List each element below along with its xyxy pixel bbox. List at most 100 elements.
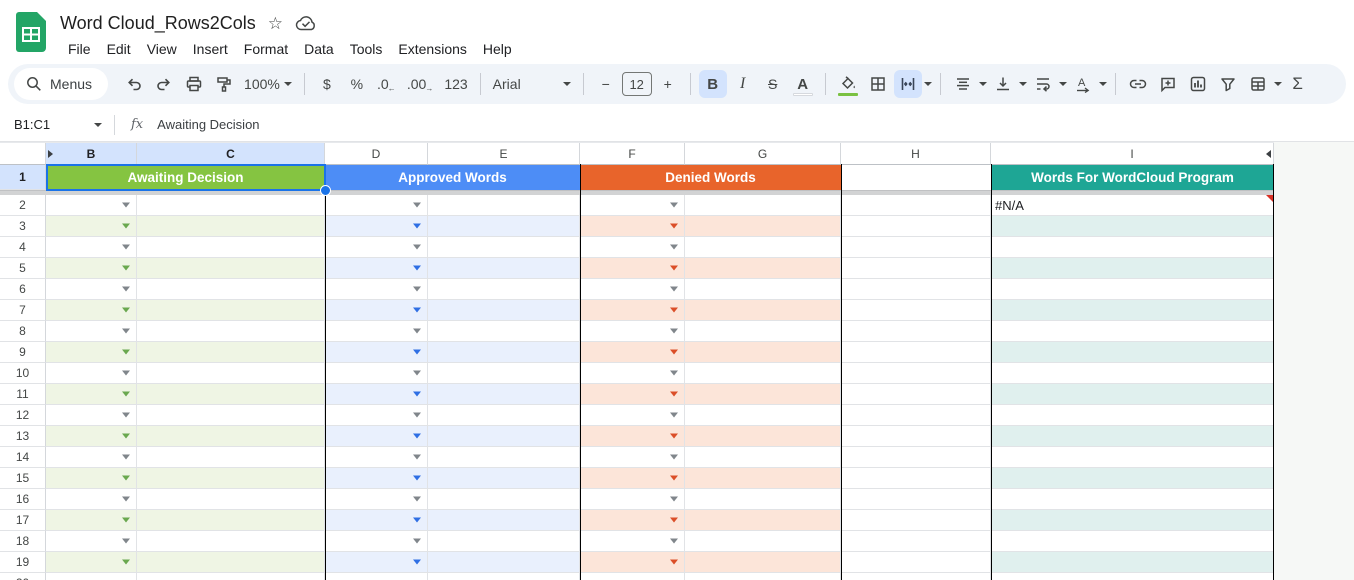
cell-H10[interactable] (841, 363, 991, 384)
cell-dropdown-icon[interactable] (122, 265, 130, 271)
cell-E11[interactable] (428, 384, 580, 405)
cell-F15[interactable] (580, 468, 685, 489)
cell-H8[interactable] (841, 321, 991, 342)
menu-view[interactable]: View (139, 38, 185, 60)
fill-handle[interactable] (320, 185, 331, 196)
cell-dropdown-icon[interactable] (670, 433, 678, 439)
cell-F6[interactable] (580, 279, 685, 300)
row-header-10[interactable]: 10 (0, 363, 46, 384)
cell-dropdown-icon[interactable] (413, 307, 421, 313)
italic-button[interactable]: I (729, 70, 757, 98)
row-header-17[interactable]: 17 (0, 510, 46, 531)
row-header-12[interactable]: 12 (0, 405, 46, 426)
cell-G2[interactable] (685, 195, 841, 216)
row-header-19[interactable]: 19 (0, 552, 46, 573)
cell-E14[interactable] (428, 447, 580, 468)
cell-C12[interactable] (137, 405, 325, 426)
undo-button[interactable] (120, 70, 148, 98)
cell-G16[interactable] (685, 489, 841, 510)
cell-C13[interactable] (137, 426, 325, 447)
row-header-1[interactable]: 1 (0, 164, 46, 190)
cell-D17[interactable] (325, 510, 428, 531)
cell-dropdown-icon[interactable] (413, 265, 421, 271)
cell-dropdown-icon[interactable] (122, 538, 130, 544)
cell-F7[interactable] (580, 300, 685, 321)
cell-G4[interactable] (685, 237, 841, 258)
cell-I2[interactable]: #N/A (991, 195, 1274, 216)
cell-B13[interactable] (46, 426, 137, 447)
cell-C11[interactable] (137, 384, 325, 405)
cell-B19[interactable] (46, 552, 137, 573)
cell-C5[interactable] (137, 258, 325, 279)
cell-dropdown-icon[interactable] (413, 391, 421, 397)
cell-H17[interactable] (841, 510, 991, 531)
text-color-button[interactable]: A (789, 70, 817, 98)
cell-E19[interactable] (428, 552, 580, 573)
row-header-13[interactable]: 13 (0, 426, 46, 447)
cell-B10[interactable] (46, 363, 137, 384)
cell-E6[interactable] (428, 279, 580, 300)
cell-dropdown-icon[interactable] (122, 286, 130, 292)
cell-dropdown-icon[interactable] (670, 496, 678, 502)
cell-B9[interactable] (46, 342, 137, 363)
cell-dropdown-icon[interactable] (670, 391, 678, 397)
cell-H3[interactable] (841, 216, 991, 237)
cell-I14[interactable] (991, 447, 1274, 468)
merge-cells-button[interactable] (893, 70, 922, 98)
cell-dropdown-icon[interactable] (413, 202, 421, 208)
row-header-9[interactable]: 9 (0, 342, 46, 363)
menu-edit[interactable]: Edit (99, 38, 139, 60)
cell-F9[interactable] (580, 342, 685, 363)
cell-I17[interactable] (991, 510, 1274, 531)
document-title[interactable]: Word Cloud_Rows2Cols (60, 13, 256, 34)
cell-B16[interactable] (46, 489, 137, 510)
cell-H7[interactable] (841, 300, 991, 321)
cell-dropdown-icon[interactable] (122, 559, 130, 565)
row-header-16[interactable]: 16 (0, 489, 46, 510)
cell-C14[interactable] (137, 447, 325, 468)
section-header-cell[interactable]: Words For WordCloud Program (991, 164, 1274, 190)
cell-B2[interactable] (46, 195, 137, 216)
cell-C17[interactable] (137, 510, 325, 531)
cell-dropdown-icon[interactable] (413, 433, 421, 439)
cell-dropdown-icon[interactable] (413, 349, 421, 355)
cell-dropdown-icon[interactable] (670, 244, 678, 250)
row-header-3[interactable]: 3 (0, 216, 46, 237)
menu-file[interactable]: File (60, 38, 99, 60)
cell-dropdown-icon[interactable] (413, 412, 421, 418)
cell-I5[interactable] (991, 258, 1274, 279)
cell-B4[interactable] (46, 237, 137, 258)
cell-B15[interactable] (46, 468, 137, 489)
cell-dropdown-icon[interactable] (122, 202, 130, 208)
zoom-select[interactable]: 100% (240, 70, 296, 98)
cell-B20[interactable] (46, 573, 137, 580)
menu-help[interactable]: Help (475, 38, 520, 60)
text-rotation-button[interactable]: A (1069, 70, 1097, 98)
cell-H15[interactable] (841, 468, 991, 489)
menus-search-button[interactable]: Menus (14, 68, 109, 100)
cell-dropdown-icon[interactable] (413, 286, 421, 292)
cell-dropdown-icon[interactable] (670, 307, 678, 313)
cell-G10[interactable] (685, 363, 841, 384)
font-family-select[interactable]: Arial (489, 70, 575, 98)
cell-G18[interactable] (685, 531, 841, 552)
cell-G20[interactable] (685, 573, 841, 580)
cell-G8[interactable] (685, 321, 841, 342)
cell-D6[interactable] (325, 279, 428, 300)
functions-button[interactable]: Σ (1284, 70, 1312, 98)
merge-cells-dropdown-icon[interactable] (923, 82, 932, 86)
cell-G6[interactable] (685, 279, 841, 300)
cell-dropdown-icon[interactable] (413, 370, 421, 376)
cell-G11[interactable] (685, 384, 841, 405)
cell-B18[interactable] (46, 531, 137, 552)
cell-B8[interactable] (46, 321, 137, 342)
row-header-5[interactable]: 5 (0, 258, 46, 279)
cell-dropdown-icon[interactable] (122, 223, 130, 229)
cell-F2[interactable] (580, 195, 685, 216)
cell-dropdown-icon[interactable] (413, 454, 421, 460)
cell-dropdown-icon[interactable] (413, 517, 421, 523)
cell-B14[interactable] (46, 447, 137, 468)
format-currency-button[interactable]: $ (313, 70, 341, 98)
column-header-C[interactable]: C (137, 143, 325, 165)
section-header-cell[interactable]: Approved Words (325, 164, 580, 190)
